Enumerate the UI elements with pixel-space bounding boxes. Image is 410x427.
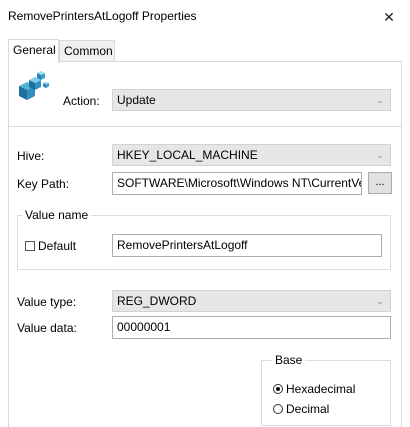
tab-general[interactable]: General [8,39,59,63]
value-type-value: REG_DWORD [117,294,197,308]
radio-decimal[interactable]: Decimal [273,402,329,416]
tab-common[interactable]: Common [59,40,115,62]
key-path-input[interactable]: SOFTWARE\Microsoft\Windows NT\CurrentVer… [112,172,362,195]
window-title: RemovePrintersAtLogoff Properties [8,9,197,23]
general-tab-panel: Action: Update ⌄ Hive: HKEY_LOCAL_MACHIN… [8,61,402,427]
registry-cubes-icon [19,71,49,100]
value-name-value: RemovePrintersAtLogoff [117,238,248,252]
hive-label: Hive: [17,149,45,163]
radio-hexadecimal-label: Hexadecimal [286,382,356,396]
action-dropdown[interactable]: Update ⌄ [112,89,391,111]
browse-key-button[interactable]: ... [368,172,392,194]
separator [9,126,401,127]
value-name-input[interactable]: RemovePrintersAtLogoff [112,234,382,257]
value-type-dropdown[interactable]: REG_DWORD ⌄ [112,290,391,312]
radio-decimal-label: Decimal [286,402,330,416]
tab-common-label: Common [64,44,113,58]
key-path-label: Key Path: [17,177,70,191]
action-value: Update [117,93,156,107]
browse-key-label: ... [375,176,385,188]
radio-unselected-icon [273,404,283,414]
radio-selected-icon [273,384,283,394]
chevron-down-icon: ⌄ [376,296,384,306]
default-checkbox[interactable]: Default [25,239,76,253]
close-icon: ✕ [383,8,395,25]
hive-value: HKEY_LOCAL_MACHINE [117,148,258,162]
checkbox-icon [25,241,35,251]
value-data-value: 00000001 [117,320,171,334]
base-group-title: Base [272,353,306,367]
key-path-value: SOFTWARE\Microsoft\Windows NT\CurrentVer… [117,176,362,190]
close-button[interactable]: ✕ [374,4,404,30]
action-label: Action: [63,94,100,108]
title-bar: RemovePrintersAtLogoff Properties ✕ [0,0,410,34]
tab-general-label: General [13,43,56,57]
value-data-label: Value data: [17,321,77,335]
chevron-down-icon: ⌄ [376,95,384,105]
hive-dropdown[interactable]: HKEY_LOCAL_MACHINE ⌄ [112,144,391,166]
value-name-group-title: Value name [22,208,92,222]
value-type-label: Value type: [17,295,77,309]
value-data-input[interactable]: 00000001 [112,316,391,339]
default-checkbox-label: Default [38,239,77,253]
chevron-down-icon: ⌄ [376,150,384,160]
radio-hexadecimal[interactable]: Hexadecimal [273,382,355,396]
